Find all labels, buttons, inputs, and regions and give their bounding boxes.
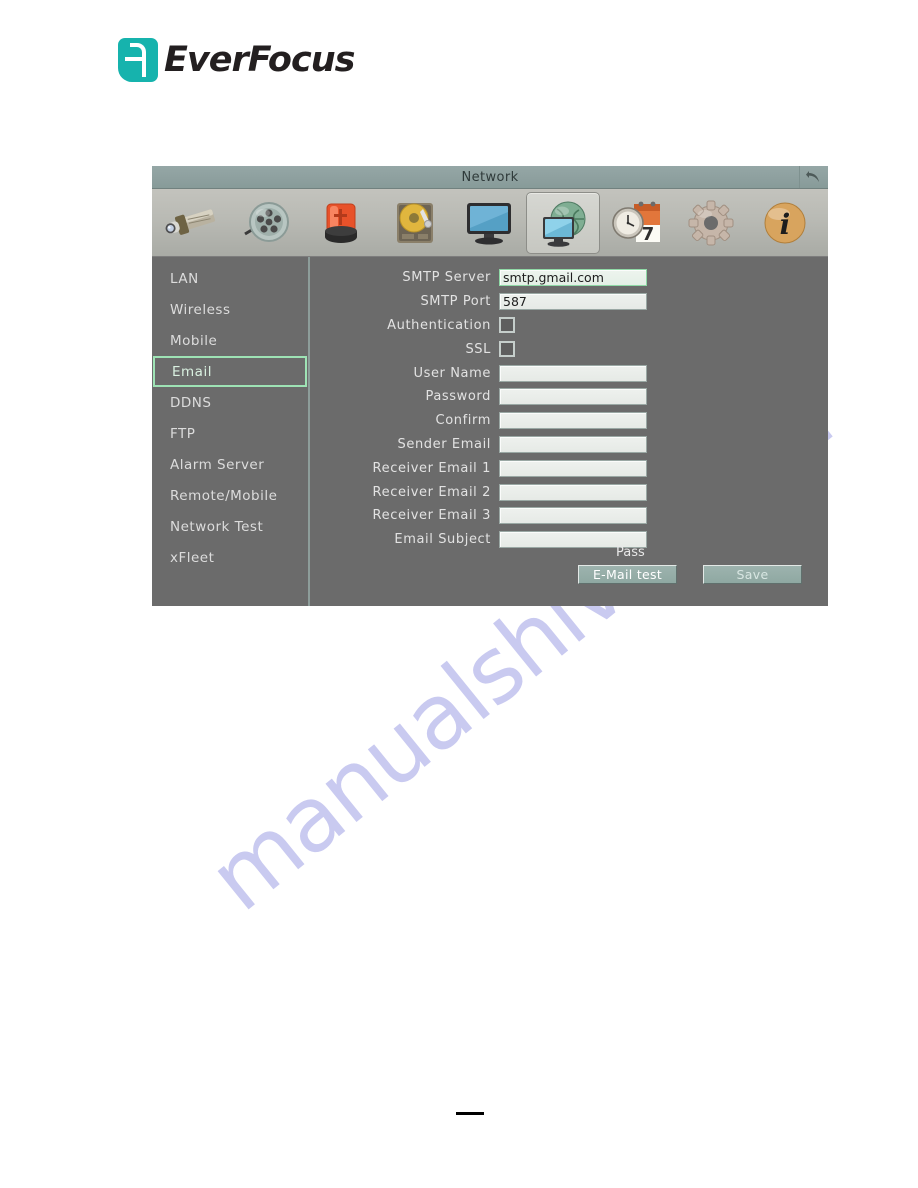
form-row-user-name: User Name	[310, 361, 828, 385]
sidebar-item-mobile[interactable]: Mobile	[152, 325, 308, 356]
network-globe-icon	[543, 201, 586, 247]
form-row-sender-email: Sender Email	[310, 433, 828, 457]
form-row-receiver-email-3: Receiver Email 3	[310, 504, 828, 528]
sidebar-item-xfleet[interactable]: xFleet	[152, 542, 308, 573]
authentication-label: Authentication	[387, 317, 491, 333]
form-button-row: E-Mail test Save	[578, 565, 802, 584]
sidebar-item-wireless[interactable]: Wireless	[152, 294, 308, 325]
sidebar-item-label: Email	[172, 363, 212, 380]
authentication-checkbox[interactable]	[499, 317, 515, 334]
form-row-confirm: Confirm	[310, 409, 828, 433]
save-button[interactable]: Save	[703, 565, 802, 584]
receiver-email-3-label: Receiver Email 3	[372, 508, 491, 524]
form-row-smtp-port: SMTP Port 587	[310, 290, 828, 314]
hard-disk-icon	[397, 202, 433, 243]
toolbar-item-system[interactable]	[674, 192, 748, 254]
module-icon-toolbar: 7 i	[152, 189, 828, 257]
sender-email-label: Sender Email	[397, 436, 491, 452]
toolbar-item-info[interactable]: i	[748, 192, 822, 254]
toolbar-item-network[interactable]	[526, 191, 600, 254]
everfocus-logo-mark	[118, 38, 158, 82]
sidebar-item-label: Wireless	[170, 301, 231, 318]
ssl-label: SSL	[465, 341, 491, 357]
dvr-setup-window: Network 7 i LAN Wireless Mobile Email DD…	[152, 166, 828, 606]
toolbar-item-datetime[interactable]: 7	[600, 192, 674, 254]
password-input[interactable]	[499, 388, 647, 406]
sidebar-item-label: DDNS	[170, 394, 212, 411]
password-label: Password	[425, 389, 491, 405]
sidebar-item-label: Remote/Mobile	[170, 487, 278, 504]
window-body: LAN Wireless Mobile Email DDNS FTP Alarm…	[152, 257, 828, 606]
window-titlebar: Network	[152, 166, 828, 189]
everfocus-logo-text: EverFocus	[164, 39, 355, 80]
toolbar-item-camera[interactable]	[156, 192, 230, 254]
receiver-email-2-input[interactable]	[499, 483, 647, 501]
email-subject-label: Email Subject	[394, 532, 491, 548]
monitor-icon	[467, 202, 511, 244]
sidebar-item-label: xFleet	[170, 549, 215, 566]
receiver-email-1-label: Receiver Email 1	[372, 460, 491, 476]
sidebar-item-label: LAN	[170, 270, 199, 287]
form-row-authentication: Authentication	[310, 314, 828, 338]
everfocus-logo: EverFocus	[118, 38, 355, 82]
sidebar-item-ftp[interactable]: FTP	[152, 418, 308, 449]
user-name-label: User Name	[413, 365, 491, 381]
clock-calendar-icon: 7	[612, 201, 660, 245]
form-row-ssl: SSL	[310, 337, 828, 361]
camera-icon	[165, 208, 216, 235]
toolbar-item-disk[interactable]	[378, 192, 452, 254]
smtp-port-label: SMTP Port	[420, 294, 491, 310]
gear-icon	[688, 200, 734, 245]
receiver-email-2-label: Receiver Email 2	[372, 484, 491, 500]
film-reel-icon	[244, 201, 289, 242]
sender-email-input[interactable]	[499, 435, 647, 453]
sidebar-item-email[interactable]: Email	[153, 356, 307, 387]
window-title: Network	[461, 169, 519, 185]
information-icon: i	[764, 202, 806, 243]
sidebar-item-label: Network Test	[170, 518, 264, 535]
back-arrow-icon[interactable]	[799, 166, 826, 188]
toolbar-item-display[interactable]	[452, 192, 526, 254]
smtp-server-label: SMTP Server	[402, 270, 491, 286]
confirm-input[interactable]	[499, 412, 647, 430]
sidebar-item-remote-mobile[interactable]: Remote/Mobile	[152, 480, 308, 511]
sidebar-item-network-test[interactable]: Network Test	[152, 511, 308, 542]
email-test-status: Pass	[616, 545, 645, 560]
back-arrow-glyph	[806, 171, 819, 182]
sidebar-item-lan[interactable]: LAN	[152, 263, 308, 294]
user-name-input[interactable]	[499, 364, 647, 382]
ssl-checkbox[interactable]	[499, 341, 515, 358]
confirm-label: Confirm	[435, 413, 491, 429]
sidebar-item-ddns[interactable]: DDNS	[152, 387, 308, 418]
sidebar-item-label: Mobile	[170, 332, 218, 349]
page-footer-mark	[456, 1112, 484, 1115]
form-row-receiver-email-1: Receiver Email 1	[310, 456, 828, 480]
form-row-email-subject: Email Subject	[310, 528, 828, 552]
sidebar-item-alarm-server[interactable]: Alarm Server	[152, 449, 308, 480]
email-settings-form: SMTP Server smtp.gmail.com SMTP Port 587…	[310, 257, 828, 606]
email-test-button[interactable]: E-Mail test	[578, 565, 677, 584]
sidebar-item-label: FTP	[170, 425, 196, 442]
receiver-email-3-input[interactable]	[499, 507, 647, 525]
toolbar-item-record[interactable]	[230, 192, 304, 254]
svg-text:7: 7	[642, 224, 655, 245]
toolbar-item-alarm[interactable]	[304, 192, 378, 254]
alarm-beacon-icon	[325, 203, 357, 243]
network-sidebar: LAN Wireless Mobile Email DDNS FTP Alarm…	[152, 257, 310, 606]
receiver-email-1-input[interactable]	[499, 459, 647, 477]
form-row-password: Password	[310, 385, 828, 409]
form-row-receiver-email-2: Receiver Email 2	[310, 480, 828, 504]
svg-text:i: i	[780, 208, 791, 241]
sidebar-item-label: Alarm Server	[170, 456, 265, 473]
smtp-server-input[interactable]: smtp.gmail.com	[499, 269, 647, 287]
smtp-port-input[interactable]: 587	[499, 293, 647, 311]
form-row-smtp-server: SMTP Server smtp.gmail.com	[310, 266, 828, 290]
